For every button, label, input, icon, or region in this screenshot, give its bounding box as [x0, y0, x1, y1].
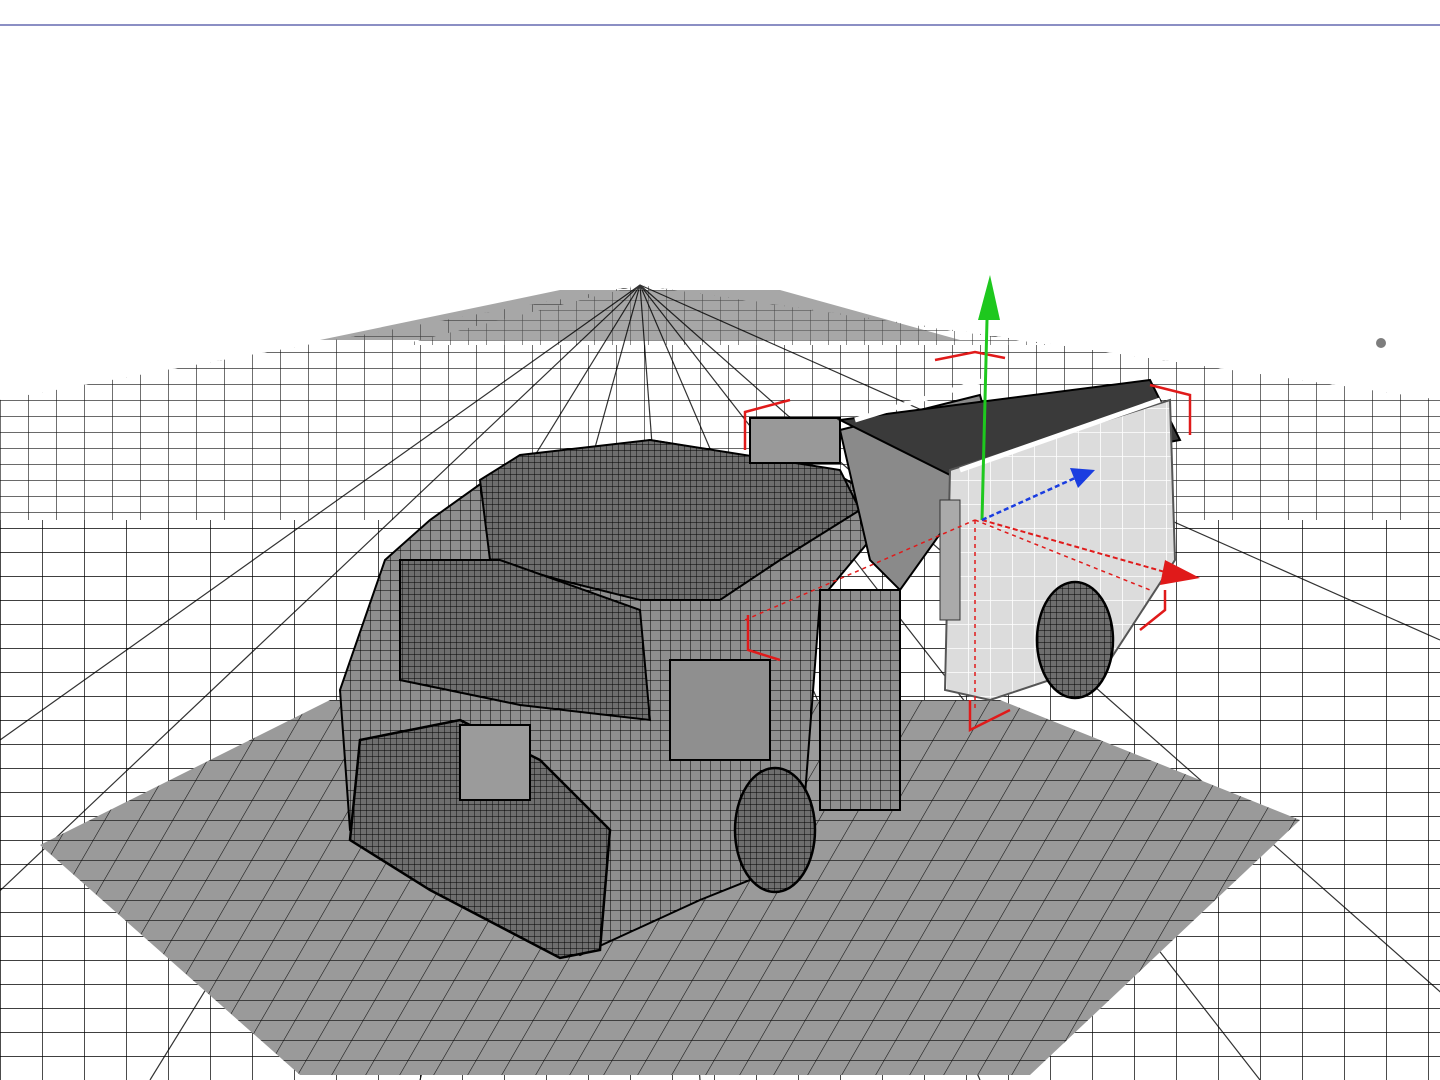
truck-roof-box [749, 417, 841, 464]
truck-rear-wheel [1035, 580, 1115, 700]
truck-side-panel [669, 659, 771, 761]
gizmo-y-arrow-icon[interactable] [978, 275, 1000, 320]
truck-side-door [819, 589, 901, 811]
truck-front-wheel [733, 766, 817, 894]
pivot-dot-icon[interactable] [1376, 338, 1386, 348]
3d-viewport[interactable] [0, 0, 1440, 1080]
scene-canvas[interactable] [0, 0, 1440, 1080]
truck-front-panel [459, 724, 531, 801]
